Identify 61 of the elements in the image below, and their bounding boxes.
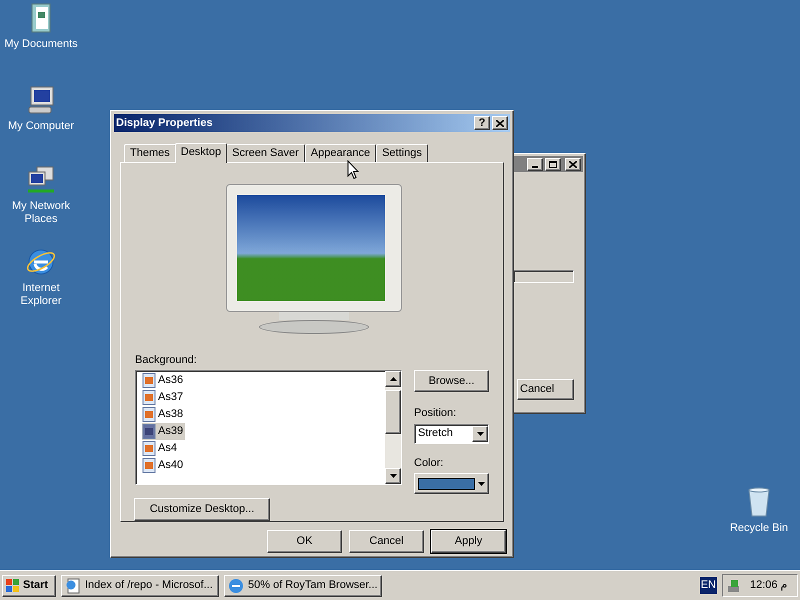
background-list[interactable]: As36 As37 As38 As39 As4 As40 <box>135 370 402 486</box>
help-button[interactable]: ? <box>474 116 490 130</box>
color-picker-button[interactable] <box>414 473 489 494</box>
cancel-button[interactable]: Cancel <box>517 379 574 400</box>
color-label: Color: <box>414 456 444 471</box>
desktop-icon-label[interactable]: My Computer <box>3 120 79 133</box>
tab[interactable]: Themes <box>124 144 176 162</box>
maximize-button[interactable] <box>545 158 561 170</box>
text-field[interactable] <box>513 270 574 283</box>
clock[interactable]: 12:06 م <box>750 577 788 594</box>
image-file-icon <box>142 441 156 456</box>
tab[interactable]: Appearance <box>304 144 376 162</box>
scrollbar[interactable] <box>385 371 401 484</box>
language-indicator[interactable]: EN <box>700 577 717 594</box>
desktop-icon-label[interactable]: Internet Explorer <box>3 282 79 308</box>
image-file-icon <box>142 424 156 440</box>
arrow-up-icon <box>390 377 396 382</box>
close-icon <box>569 160 577 168</box>
image-file-icon <box>142 407 156 422</box>
scroll-up-button[interactable] <box>385 371 401 388</box>
minimize-button[interactable] <box>527 158 543 170</box>
close-button[interactable] <box>492 116 508 130</box>
list-item[interactable]: As38 <box>142 406 186 424</box>
position-label: Position: <box>414 406 458 422</box>
scroll-thumb[interactable] <box>385 390 401 434</box>
monitor-neck <box>279 312 349 320</box>
dropdown-button[interactable] <box>472 426 488 442</box>
arrow-down-icon <box>476 432 484 436</box>
arrow-down-icon <box>390 474 396 478</box>
desktop-icon-label[interactable]: My Network Places <box>3 200 79 226</box>
dialog-button[interactable]: OK <box>267 530 342 553</box>
dialog-button[interactable]: Cancel <box>349 530 424 553</box>
close-button[interactable] <box>565 158 581 170</box>
image-file-icon <box>142 458 156 474</box>
taskbar-button[interactable]: Index of /repo - Microsof... <box>61 574 219 596</box>
customize-desktop-button[interactable]: Customize Desktop... <box>134 498 270 521</box>
tab[interactable]: Screen Saver <box>226 144 305 162</box>
image-file-icon <box>142 390 156 406</box>
caret-icon <box>478 482 485 486</box>
desktop-icon-label[interactable]: My Documents <box>3 38 79 51</box>
tab[interactable]: Settings <box>376 144 428 162</box>
dialog-button[interactable]: Apply <box>431 530 506 553</box>
windows-logo-icon <box>5 578 21 593</box>
list-item[interactable]: As4 <box>142 440 179 458</box>
desktop-icon-label[interactable]: Recycle Bin <box>721 522 797 535</box>
start-button[interactable]: Start <box>2 574 56 596</box>
list-item[interactable]: As39 <box>142 423 186 440</box>
browse-button[interactable]: Browse... <box>414 370 489 392</box>
position-dropdown[interactable]: Stretch <box>414 424 489 444</box>
list-item[interactable]: As40 <box>142 457 186 474</box>
scroll-down-button[interactable] <box>385 468 401 484</box>
color-swatch <box>418 478 475 490</box>
background-label: Background: <box>135 352 198 368</box>
close-icon <box>496 120 504 126</box>
image-file-icon <box>142 373 156 388</box>
taskbar-button[interactable]: 50% of RoyTam Browser... <box>224 574 382 596</box>
list-item[interactable]: As36 <box>142 372 186 390</box>
list-item[interactable]: As37 <box>142 389 186 406</box>
web-page-icon <box>65 578 81 594</box>
window-title: Display Properties <box>116 116 214 131</box>
tab[interactable]: Desktop <box>174 143 228 163</box>
